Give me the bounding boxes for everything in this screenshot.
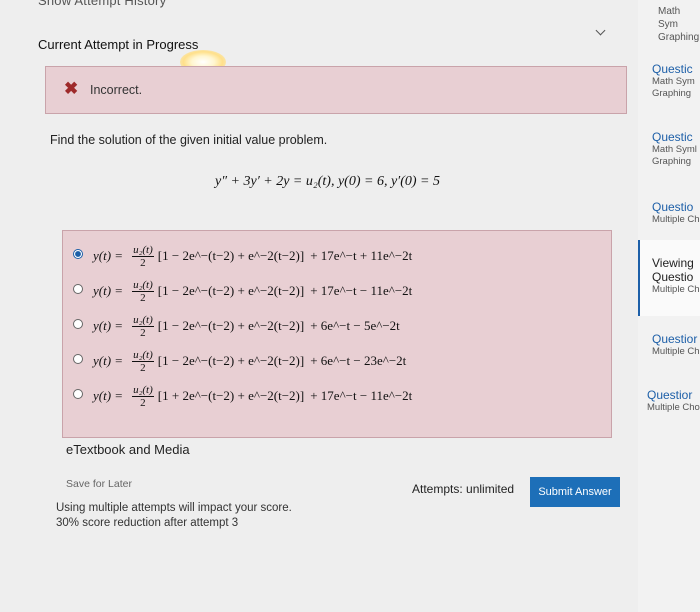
sidebar-item-sub: Multiple Cho — [647, 402, 700, 413]
option-formula: y(t) = u₂(t) 2 [1 − 2e^−(t−2) + e^−2(t−2)… — [93, 311, 400, 341]
answer-options: y(t) = u₂(t) 2 [1 − 2e^−(t−2) + e^−2(t−2)… — [62, 230, 612, 438]
fraction-denominator: 2 — [140, 291, 146, 304]
fraction: u₂(t) 2 — [132, 279, 154, 304]
sidebar-item-title: Questio — [652, 200, 694, 214]
sidebar-item-sub: Multiple Ch — [652, 284, 700, 295]
sidebar-item-title: Questio — [652, 270, 694, 284]
fraction: u₂(t) 2 — [132, 349, 154, 374]
attempts-label: Attempts: unlimited — [412, 482, 515, 496]
sidebar-item-title: Questic — [652, 130, 693, 144]
fraction-numerator: u₂(t) — [132, 278, 154, 292]
answer-option[interactable]: y(t) = u₂(t) 2 [1 − 2e^−(t−2) + e^−2(t−2)… — [63, 311, 611, 341]
sidebar-active-item[interactable]: Viewing Questio Multiple Ch — [638, 240, 700, 316]
sidebar-item-title: Questior — [652, 332, 698, 346]
option-formula: y(t) = u₂(t) 2 [1 − 2e^−(t−2) + e^−2(t−2)… — [93, 241, 412, 271]
fraction-denominator: 2 — [140, 361, 146, 374]
sidebar-top-item[interactable]: Math Sym Graphing — [658, 5, 700, 44]
option-rest: + 17e^−t + 11e^−2t — [310, 248, 413, 263]
score-reduction-note: 30% score reduction after attempt 3 — [56, 517, 239, 529]
problem-prompt: Find the solution of the given initial v… — [50, 133, 328, 147]
option-rest: + 6e^−t − 5e^−2t — [310, 318, 400, 333]
feedback-text: Incorrect. — [90, 83, 143, 97]
question-sidebar: Math Sym Graphing Questic Math Sym Graph… — [638, 0, 700, 612]
option-lhs: y(t) = — [93, 353, 124, 368]
chevron-down-icon[interactable] — [595, 25, 606, 36]
sidebar-question-item[interactable]: Questic Math Syml Graphing — [652, 130, 700, 168]
etextbook-link[interactable]: eTextbook and Media — [66, 442, 190, 457]
option-bracket: [1 − 2e^−(t−2) + e^−2(t−2)] — [157, 318, 305, 333]
save-for-later-button[interactable]: Save for Later — [66, 478, 132, 490]
show-attempt-history-link[interactable]: Show Attempt History — [38, 0, 166, 8]
fraction-numerator: u₂(t) — [132, 348, 154, 362]
fraction-denominator: 2 — [140, 256, 146, 269]
answer-option[interactable]: y(t) = u₂(t) 2 [1 − 2e^−(t−2) + e^−2(t−2)… — [63, 276, 611, 306]
radio-button[interactable] — [73, 389, 83, 399]
incorrect-feedback-banner: ✖ Incorrect. — [45, 66, 627, 114]
answer-option[interactable]: y(t) = u₂(t) 2 [1 − 2e^−(t−2) + e^−2(t−2)… — [63, 241, 611, 271]
sidebar-item-title: Questic — [652, 62, 693, 76]
sidebar-question-item[interactable]: Questior Multiple Ch — [652, 332, 700, 358]
sidebar-question-item[interactable]: Questio Multiple Ch — [652, 200, 700, 226]
radio-button[interactable] — [73, 284, 83, 294]
fraction-numerator: u₂(t) — [132, 243, 154, 257]
fraction-denominator: 2 — [140, 396, 146, 409]
option-bracket: [1 − 2e^−(t−2) + e^−2(t−2)] — [157, 283, 305, 298]
radio-button[interactable] — [73, 249, 83, 259]
option-rest: + 17e^−t − 11e^−2t — [310, 388, 413, 403]
fraction-denominator: 2 — [140, 326, 146, 339]
fraction: u₂(t) 2 — [132, 384, 154, 409]
answer-option[interactable]: y(t) = u₂(t) 2 [1 + 2e^−(t−2) + e^−2(t−2)… — [63, 381, 611, 411]
option-lhs: y(t) = — [93, 388, 124, 403]
fraction: u₂(t) 2 — [132, 314, 154, 339]
option-lhs: y(t) = — [93, 248, 124, 263]
option-bracket: [1 − 2e^−(t−2) + e^−2(t−2)] — [157, 353, 305, 368]
current-attempt-heading: Current Attempt in Progress — [38, 37, 199, 52]
sidebar-item-title: Questior — [647, 388, 693, 402]
option-formula: y(t) = u₂(t) 2 [1 + 2e^−(t−2) + e^−2(t−2)… — [93, 381, 412, 411]
sidebar-item-sub: Math Syml — [652, 144, 697, 155]
attempts-note: Using multiple attempts will impact your… — [56, 502, 292, 514]
option-formula: y(t) = u₂(t) 2 [1 − 2e^−(t−2) + e^−2(t−2)… — [93, 346, 406, 376]
radio-button[interactable] — [73, 354, 83, 364]
option-formula: y(t) = u₂(t) 2 [1 − 2e^−(t−2) + e^−2(t−2)… — [93, 276, 412, 306]
problem-equation: y″ + 3y′ + 2y = u₂(t), y(0) = 6, y′(0) =… — [215, 174, 440, 189]
sidebar-item-sub: Math Sym — [652, 76, 695, 87]
option-rest: + 6e^−t − 23e^−2t — [310, 353, 407, 368]
fraction: u₂(t) 2 — [132, 244, 154, 269]
sidebar-item-sub: Multiple Ch — [652, 214, 700, 225]
option-rest: + 17e^−t − 11e^−2t — [310, 283, 413, 298]
option-lhs: y(t) = — [93, 318, 124, 333]
sidebar-item-sub: Graphing — [652, 88, 692, 99]
sidebar-item-sub: Math Sym — [658, 6, 681, 30]
fraction-numerator: u₂(t) — [132, 383, 154, 397]
assignment-panel: Show Attempt History Current Attempt in … — [0, 0, 638, 612]
option-bracket: [1 + 2e^−(t−2) + e^−2(t−2)] — [157, 388, 305, 403]
radio-button[interactable] — [73, 319, 83, 329]
fraction-numerator: u₂(t) — [132, 313, 154, 327]
answer-option[interactable]: y(t) = u₂(t) 2 [1 − 2e^−(t−2) + e^−2(t−2)… — [63, 346, 611, 376]
sidebar-item-title: Viewing — [652, 256, 694, 270]
option-lhs: y(t) = — [93, 283, 124, 298]
sidebar-question-item[interactable]: Questic Math Sym Graphing — [652, 62, 700, 100]
sidebar-item-sub: Multiple Ch — [652, 346, 700, 357]
option-bracket: [1 − 2e^−(t−2) + e^−2(t−2)] — [157, 248, 305, 263]
close-icon: ✖ — [64, 79, 79, 98]
submit-answer-button[interactable]: Submit Answer — [530, 477, 620, 507]
sidebar-item-sub: Graphing — [652, 156, 692, 167]
sidebar-question-item[interactable]: Questior Multiple Cho — [647, 388, 700, 414]
sidebar-item-sub: Graphing — [658, 32, 700, 43]
